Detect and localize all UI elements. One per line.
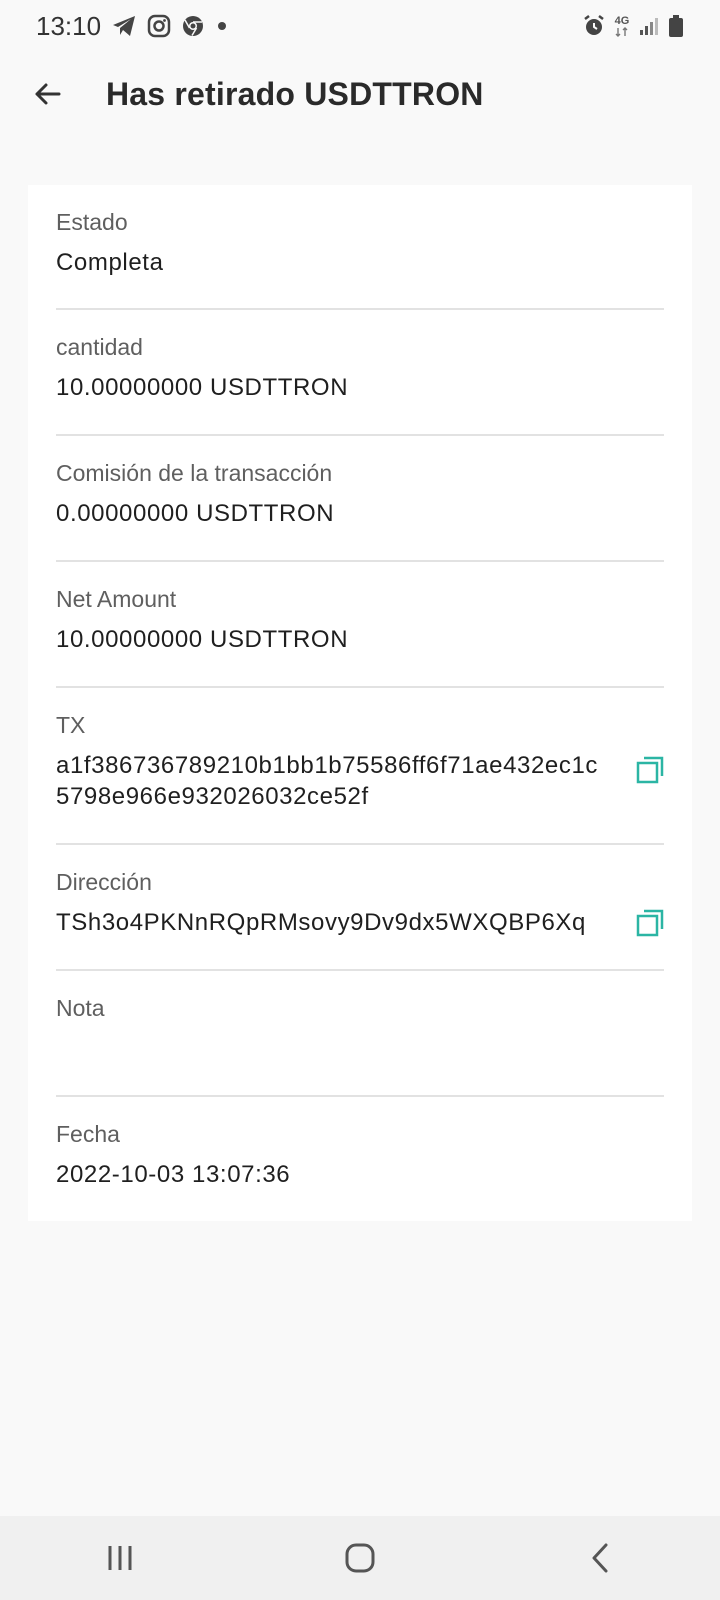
copy-direccion-button[interactable] [636, 909, 664, 937]
net-amount-label: Net Amount [56, 586, 177, 612]
chrome-icon [181, 14, 205, 38]
system-navigation-bar [0, 1516, 720, 1600]
detail-row-comision: Comisión de la transacción 0.00000000 US… [56, 436, 664, 562]
alarm-icon [582, 14, 606, 38]
detail-row-net-amount: Net Amount 10.00000000 USDTTRON [56, 562, 664, 688]
instagram-icon [147, 14, 171, 38]
cantidad-value: 10.00000000 USDTTRON [56, 374, 349, 401]
fecha-label: Fecha [56, 1121, 120, 1147]
tx-value: a1f386736789210b1bb1b75586ff6f71ae432ec1… [56, 752, 599, 810]
copy-icon [636, 909, 664, 937]
home-button[interactable] [320, 1528, 400, 1588]
copy-icon [636, 756, 664, 784]
cantidad-label: cantidad [56, 334, 143, 360]
status-bar: 13:10 4G [0, 0, 720, 52]
back-button[interactable] [20, 66, 76, 122]
arrow-left-icon [35, 83, 61, 105]
detail-row-nota: Nota [56, 971, 664, 1097]
chevron-left-icon [592, 1543, 608, 1573]
detail-row-direccion: Dirección TSh3o4PKNnRQpRMsovy9Dv9dx5WXQB… [56, 845, 664, 971]
status-time: 13:10 [36, 10, 102, 41]
network-4g-icon: 4G [614, 14, 630, 37]
dot-icon [215, 19, 229, 33]
copy-tx-button[interactable] [636, 756, 664, 784]
recent-apps-icon [108, 1546, 132, 1570]
signal-icon [638, 15, 660, 37]
telegram-icon [111, 14, 137, 38]
direccion-value: TSh3o4PKNnRQpRMsovy9Dv9dx5WXQBP6Xq [56, 909, 586, 936]
estado-label: Estado [56, 209, 128, 235]
detail-row-fecha: Fecha 2022-10-03 13:07:36 [56, 1097, 664, 1221]
detail-row-tx: TX a1f386736789210b1bb1b75586ff6f71ae432… [56, 688, 664, 845]
comision-value: 0.00000000 USDTTRON [56, 500, 335, 527]
battery-icon [668, 14, 684, 38]
page-title: Has retirado USDTTRON [106, 75, 484, 112]
detail-row-cantidad: cantidad 10.00000000 USDTTRON [56, 310, 664, 436]
estado-value: Completa [56, 249, 164, 276]
back-nav-button[interactable] [560, 1528, 640, 1588]
status-bar-left: 13:10 [36, 11, 229, 42]
network-label: 4G [614, 14, 630, 27]
net-amount-value: 10.00000000 USDTTRON [56, 626, 349, 653]
transaction-details-card: Estado Completa cantidad 10.00000000 USD… [28, 185, 692, 1221]
status-bar-right: 4G [582, 14, 684, 38]
recent-apps-button[interactable] [80, 1528, 160, 1588]
comision-label: Comisión de la transacción [56, 460, 333, 486]
app-bar: Has retirado USDTTRON [0, 56, 720, 132]
nota-label: Nota [56, 995, 105, 1021]
detail-row-estado: Estado Completa [56, 185, 664, 310]
tx-label: TX [56, 712, 86, 738]
fecha-value: 2022-10-03 13:07:36 [56, 1161, 291, 1188]
home-icon [345, 1543, 375, 1573]
direccion-label: Dirección [56, 869, 152, 895]
